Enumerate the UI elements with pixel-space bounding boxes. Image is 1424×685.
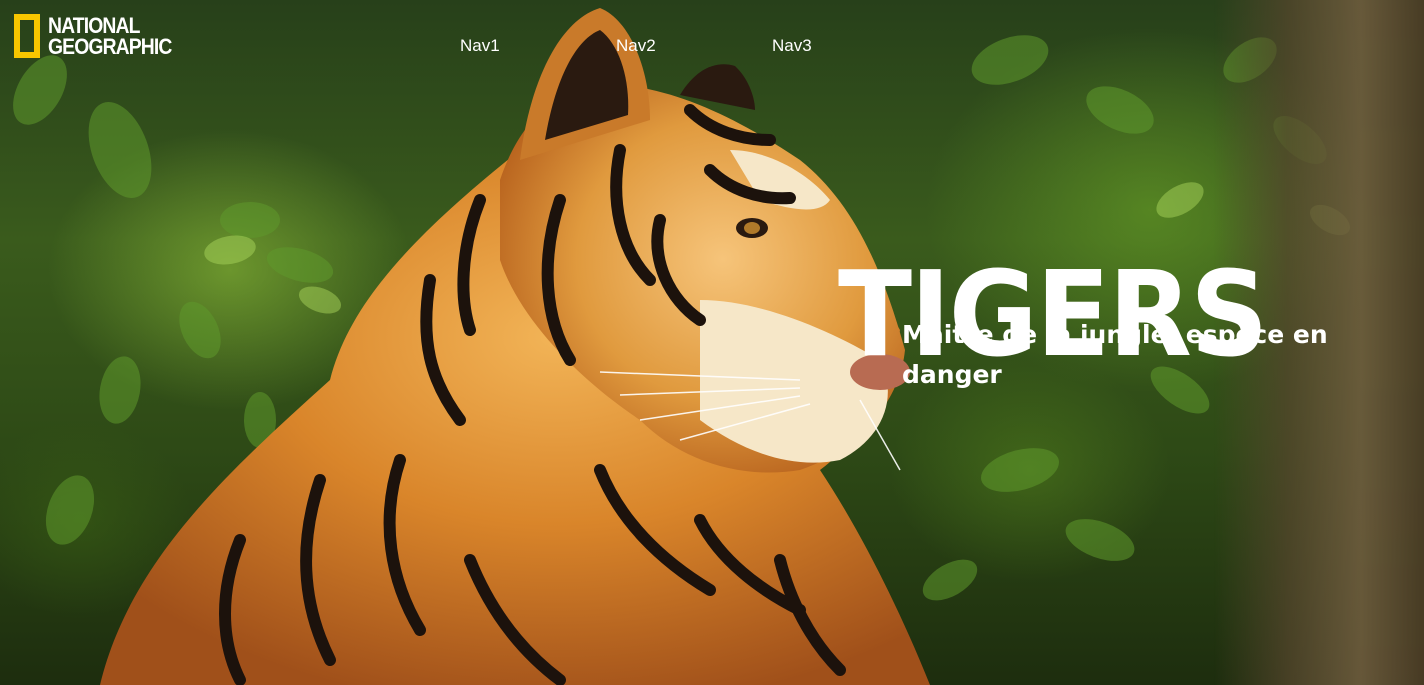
- main-nav: Nav1 Nav2 Nav3: [460, 36, 928, 56]
- nav-item-1[interactable]: Nav1: [460, 36, 616, 56]
- yellow-rectangle-logo-icon: [14, 14, 40, 58]
- nav-item-2[interactable]: Nav2: [616, 36, 772, 56]
- logo-line-2: GEOGRAPHIC: [48, 34, 172, 59]
- hero-subtitle: Maitre de la jungle, espèce en danger: [902, 320, 1328, 389]
- hero-section: NATIONAL GEOGRAPHIC Nav1 Nav2 Nav3 TIGER…: [0, 0, 1424, 685]
- logo-line-1: NATIONAL: [48, 13, 140, 38]
- national-geographic-logo[interactable]: NATIONAL GEOGRAPHIC: [14, 14, 188, 58]
- nav-item-3[interactable]: Nav3: [772, 36, 928, 56]
- logo-wordmark: NATIONAL GEOGRAPHIC: [48, 13, 172, 59]
